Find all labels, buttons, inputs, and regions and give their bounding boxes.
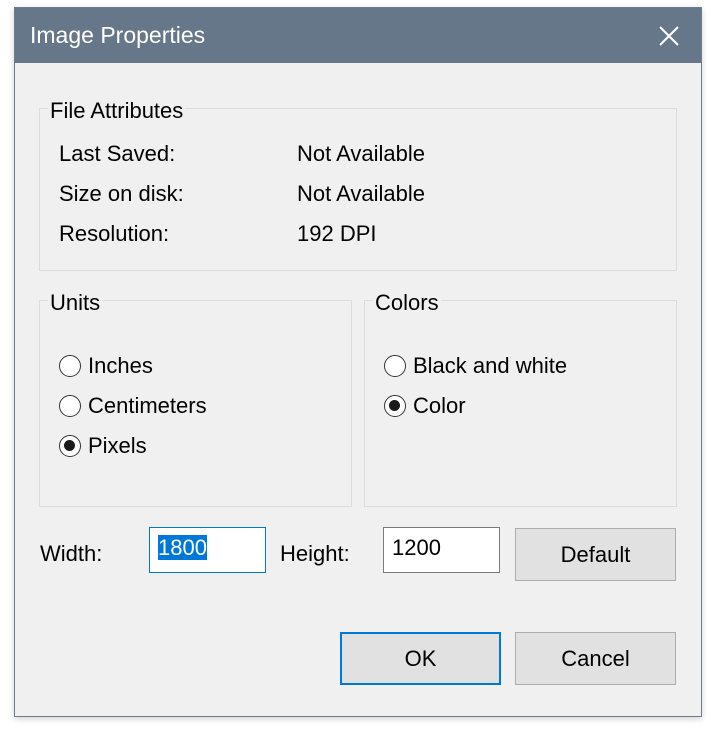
resolution-value: 192 DPI (297, 221, 377, 246)
size-on-disk-value: Not Available (297, 181, 426, 206)
width-input[interactable]: 1800 (149, 527, 266, 573)
radio-color-circle[interactable] (384, 395, 406, 417)
size-on-disk-label: Size on disk: (59, 181, 184, 206)
radio-centimeters-circle[interactable] (59, 395, 81, 417)
radio-centimeters-label: Centimeters (88, 393, 207, 418)
radio-black-and-white-circle[interactable] (384, 355, 406, 377)
radio-pixels-label: Pixels (88, 433, 147, 458)
radio-black-and-white-label: Black and white (413, 353, 568, 378)
width-input-value: 1800 (158, 535, 207, 560)
units-legend: Units (48, 290, 103, 316)
last-saved-label: Last Saved: (59, 141, 176, 166)
radio-inches-circle[interactable] (59, 355, 81, 377)
ok-button-label: OK (404, 645, 437, 671)
radio-pixels-circle[interactable] (59, 435, 81, 457)
radio-inches-label: Inches (88, 353, 153, 378)
ok-button[interactable]: OK (340, 632, 501, 685)
close-icon (659, 25, 679, 46)
colors-legend: Colors (373, 290, 441, 316)
title-bar: Image Properties (15, 8, 701, 63)
radio-color[interactable]: Color (384, 393, 466, 419)
width-label: Width: (40, 541, 103, 566)
file-attributes-legend: File Attributes (48, 98, 186, 124)
height-label: Height: (280, 541, 350, 566)
default-button[interactable]: Default (515, 528, 676, 581)
radio-black-and-white[interactable]: Black and white (384, 353, 567, 379)
radio-color-label: Color (413, 393, 466, 418)
cancel-button-label: Cancel (561, 645, 630, 671)
default-button-label: Default (560, 541, 631, 567)
height-input-value: 1200 (392, 535, 441, 560)
resolution-label: Resolution: (59, 221, 170, 246)
height-input[interactable]: 1200 (383, 527, 500, 573)
close-button[interactable] (637, 8, 701, 63)
radio-pixels[interactable]: Pixels (59, 433, 147, 459)
cancel-button[interactable]: Cancel (515, 632, 676, 685)
dialog-title: Image Properties (30, 22, 206, 48)
image-properties-dialog: Image Properties File Attributes Last Sa… (14, 7, 702, 717)
radio-inches[interactable]: Inches (59, 353, 153, 379)
last-saved-value: Not Available (297, 141, 426, 166)
radio-centimeters[interactable]: Centimeters (59, 393, 207, 419)
